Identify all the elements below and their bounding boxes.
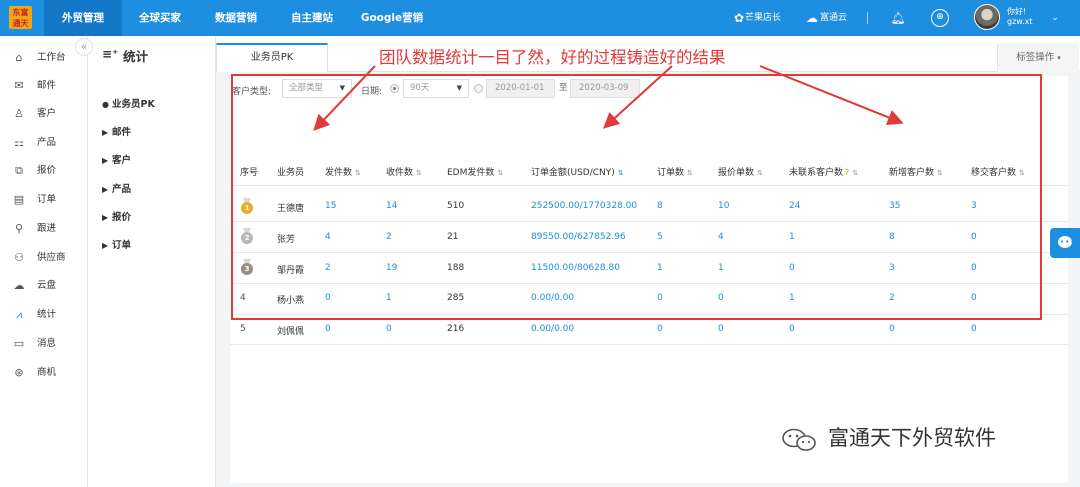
arrow-to-salesperson <box>313 65 376 131</box>
floating-chat-button[interactable]: ••• <box>1050 228 1080 258</box>
collapse-sidebar-button[interactable]: « <box>75 38 93 56</box>
chat-dots-icon: ••• <box>1060 238 1076 246</box>
annotation-arrows <box>313 65 904 131</box>
arrow-to-new-customers <box>759 65 904 125</box>
arrow-to-order-amount <box>603 65 673 129</box>
wechat-icon <box>782 428 816 451</box>
watermark-text: 富通天下外贸软件 <box>828 426 996 450</box>
annotation-caption: 团队数据统计一目了然，好的过程铸造好的结果 <box>379 48 726 67</box>
